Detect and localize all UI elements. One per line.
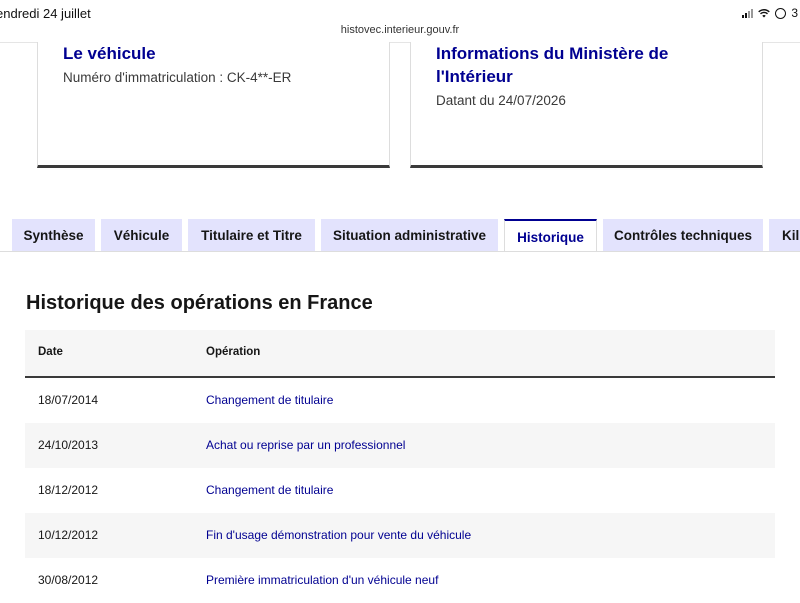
table-row: 30/08/2012 Première immatriculation d'un… xyxy=(25,558,775,603)
signal-icon xyxy=(742,8,754,18)
status-bar: endredi 24 juillet histovec.interieur.go… xyxy=(0,0,800,43)
row-operation-link[interactable]: Changement de titulaire xyxy=(206,393,333,407)
tab-controles-techniques[interactable]: Contrôles techniques xyxy=(603,219,763,251)
vehicle-card: Le véhicule Numéro d'immatriculation : C… xyxy=(37,42,390,168)
table-row: 18/07/2014 Changement de titulaire xyxy=(25,378,775,423)
table-row: 24/10/2013 Achat ou reprise par un profe… xyxy=(25,423,775,468)
row-operation-link[interactable]: Achat ou reprise par un professionnel xyxy=(206,438,405,452)
history-panel: Historique des opérations en France Date… xyxy=(0,251,800,603)
row-date: 30/08/2012 xyxy=(38,573,99,587)
wifi-icon xyxy=(758,9,771,18)
row-date: 18/07/2014 xyxy=(38,393,99,407)
column-header-operation: Opération xyxy=(206,346,261,358)
column-header-date: Date xyxy=(38,346,63,358)
tab-vehicule[interactable]: Véhicule xyxy=(101,219,182,251)
ministry-card-title: Informations du Ministère de l'Intérieur xyxy=(436,44,669,86)
rotation-lock-icon xyxy=(775,7,787,19)
section-title: Historique des opérations en France xyxy=(26,292,373,314)
registration-number: Numéro d'immatriculation : CK-4**-ER xyxy=(63,70,292,85)
vehicle-card-title: Le véhicule xyxy=(63,44,156,63)
tab-historique[interactable]: Historique xyxy=(504,219,597,253)
data-date: Datant du 24/07/2026 xyxy=(436,93,566,108)
row-operation-link[interactable]: Première immatriculation d'un véhicule n… xyxy=(206,573,438,587)
row-date: 24/10/2013 xyxy=(38,438,99,452)
tab-kilometrage[interactable]: Kil xyxy=(769,219,800,251)
battery-level: 3 xyxy=(791,6,798,20)
table-header: Date Opération xyxy=(25,330,775,378)
status-date: endredi 24 juillet xyxy=(0,6,91,21)
tab-titulaire[interactable]: Titulaire et Titre xyxy=(188,219,315,251)
row-date: 18/12/2012 xyxy=(38,483,99,497)
table-row: 10/12/2012 Fin d'usage démonstration pou… xyxy=(25,513,775,558)
tab-synthese[interactable]: Synthèse xyxy=(12,219,95,251)
table-row: 18/12/2012 Changement de titulaire xyxy=(25,468,775,513)
ministry-card: Informations du Ministère de l'Intérieur… xyxy=(410,42,763,168)
status-icons: 3 xyxy=(742,6,798,20)
row-operation-link[interactable]: Changement de titulaire xyxy=(206,483,333,497)
tab-situation-administrative[interactable]: Situation administrative xyxy=(321,219,498,251)
tab-bar: Synthèse Véhicule Titulaire et Titre Sit… xyxy=(0,219,800,253)
address-bar-url[interactable]: histovec.interieur.gouv.fr xyxy=(0,24,800,36)
row-date: 10/12/2012 xyxy=(38,528,99,542)
row-operation-link[interactable]: Fin d'usage démonstration pour vente du … xyxy=(206,528,471,542)
history-table: Date Opération 18/07/2014 Changement de … xyxy=(25,330,775,603)
